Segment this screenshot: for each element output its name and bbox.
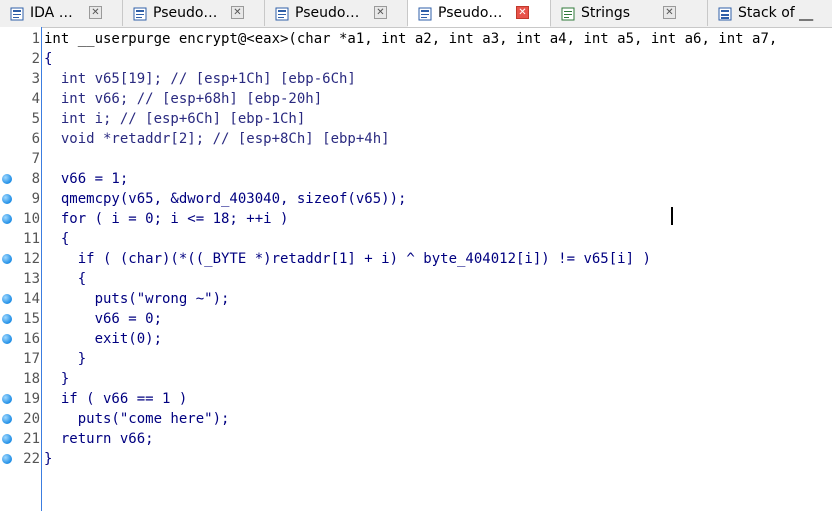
close-icon[interactable]: ✕ bbox=[663, 6, 676, 19]
code-text: puts("wrong ~"); bbox=[44, 291, 230, 307]
code-line[interactable]: 13 { bbox=[0, 269, 832, 289]
code-line[interactable]: 17 } bbox=[0, 349, 832, 369]
line-number: 21 bbox=[23, 431, 40, 447]
tab-stack[interactable]: Stack of __ bbox=[708, 0, 832, 26]
line-number: 2 bbox=[31, 51, 40, 67]
tab-label: IDA … bbox=[30, 5, 73, 21]
close-icon[interactable]: ✕ bbox=[374, 6, 387, 19]
code-text: int v65[19]; // [esp+1Ch] [ebp-6Ch] bbox=[44, 71, 356, 87]
code-line[interactable]: 8 v66 = 1; bbox=[0, 169, 832, 189]
code-text: void *retaddr[2]; // [esp+8Ch] [ebp+4h] bbox=[44, 131, 390, 147]
tab-pseudocode-2[interactable]: Pseudo… ✕ bbox=[265, 0, 408, 26]
close-icon[interactable]: ✕ bbox=[516, 6, 529, 19]
code-line[interactable]: 20 puts("come here"); bbox=[0, 409, 832, 429]
code-text: puts("come here"); bbox=[44, 411, 230, 427]
code-line[interactable]: 1 int __userpurge encrypt@<eax>(char *a1,… bbox=[0, 29, 832, 49]
line-number: 13 bbox=[23, 271, 40, 287]
code-line[interactable]: 9 qmemcpy(v65, &dword_403040, sizeof(v65… bbox=[0, 189, 832, 209]
close-icon[interactable]: ✕ bbox=[231, 6, 244, 19]
code-text: v66 = 1; bbox=[44, 171, 129, 187]
tab-label: Pseudo… bbox=[295, 5, 360, 21]
code-text: int i; // [esp+6Ch] [ebp-1Ch] bbox=[44, 111, 306, 127]
code-line[interactable]: 11 { bbox=[0, 229, 832, 249]
tab-label: Pseudo… bbox=[153, 5, 218, 21]
code-text: } bbox=[44, 371, 70, 387]
tab-strings[interactable]: Strings ✕ bbox=[551, 0, 708, 26]
line-number: 18 bbox=[23, 371, 40, 387]
strings-icon bbox=[561, 6, 575, 21]
code-text: exit(0); bbox=[44, 331, 163, 347]
code-line[interactable]: 4 int v66; // [esp+68h] [ebp-20h] bbox=[0, 89, 832, 109]
code-line[interactable]: 21 return v66; bbox=[0, 429, 832, 449]
close-icon[interactable]: ✕ bbox=[89, 6, 102, 19]
pseudocode-icon bbox=[418, 6, 432, 21]
line-number: 19 bbox=[23, 391, 40, 407]
code-line[interactable]: 3 int v65[19]; // [esp+1Ch] [ebp-6Ch] bbox=[0, 69, 832, 89]
line-number: 12 bbox=[23, 251, 40, 267]
code-text: v66 = 0; bbox=[44, 311, 163, 327]
line-number: 1 bbox=[31, 31, 40, 47]
line-number: 16 bbox=[23, 331, 40, 347]
line-number: 7 bbox=[31, 151, 40, 167]
code-text: if ( (char)(*((_BYTE *)retaddr[1] + i) ^… bbox=[44, 251, 651, 267]
tab-label: Pseudo… bbox=[438, 5, 503, 21]
code-line[interactable]: 16 exit(0); bbox=[0, 329, 832, 349]
text-cursor bbox=[671, 207, 673, 225]
tab-label: Strings bbox=[581, 5, 631, 21]
code-text: for ( i = 0; i <= 18; ++i ) bbox=[44, 211, 289, 227]
tab-label: Stack of __ bbox=[738, 5, 814, 21]
code-text: qmemcpy(v65, &dword_403040, sizeof(v65))… bbox=[44, 191, 407, 207]
code-line[interactable]: 6 void *retaddr[2]; // [esp+8Ch] [ebp+4h… bbox=[0, 129, 832, 149]
tab-bar: IDA … ✕ Pseudo… ✕ Pseudo… ✕ Pseudo… ✕ St… bbox=[0, 0, 832, 28]
line-number: 17 bbox=[23, 351, 40, 367]
line-number: 22 bbox=[23, 451, 40, 467]
code-text: if ( v66 == 1 ) bbox=[44, 391, 188, 407]
line-number: 3 bbox=[31, 71, 40, 87]
line-number: 8 bbox=[31, 171, 40, 187]
code-text: } bbox=[44, 351, 87, 367]
code-text: { bbox=[44, 271, 87, 287]
line-number: 14 bbox=[23, 291, 40, 307]
line-number: 6 bbox=[31, 131, 40, 147]
tab-ida-view[interactable]: IDA … ✕ bbox=[0, 0, 123, 26]
code-line[interactable]: 15 v66 = 0; bbox=[0, 309, 832, 329]
pseudocode-icon bbox=[133, 6, 147, 21]
line-number: 5 bbox=[31, 111, 40, 127]
code-text: { bbox=[44, 51, 53, 67]
code-line[interactable]: 22} bbox=[0, 449, 832, 469]
line-number: 4 bbox=[31, 91, 40, 107]
code-line[interactable]: 12 if ( (char)(*((_BYTE *)retaddr[1] + i… bbox=[0, 249, 832, 269]
code-text: int __userpurge encrypt@<eax>(char *a1, … bbox=[44, 31, 778, 47]
line-number: 10 bbox=[23, 211, 40, 227]
code-line[interactable]: 2{ bbox=[0, 49, 832, 69]
tab-pseudocode-3[interactable]: Pseudo… ✕ bbox=[408, 0, 551, 27]
code-text: int v66; // [esp+68h] [ebp-20h] bbox=[44, 91, 323, 107]
code-text: { bbox=[44, 231, 70, 247]
tab-pseudocode-1[interactable]: Pseudo… ✕ bbox=[123, 0, 265, 26]
code-text: return v66; bbox=[44, 431, 154, 447]
ida-view-icon bbox=[10, 6, 24, 21]
stack-icon bbox=[718, 6, 732, 21]
pseudocode-icon bbox=[275, 6, 289, 21]
code-line[interactable]: 5 int i; // [esp+6Ch] [ebp-1Ch] bbox=[0, 109, 832, 129]
code-text: } bbox=[44, 451, 53, 467]
code-line[interactable]: 18 } bbox=[0, 369, 832, 389]
code-line[interactable]: 7 bbox=[0, 149, 832, 169]
code-line[interactable]: 19 if ( v66 == 1 ) bbox=[0, 389, 832, 409]
line-number: 11 bbox=[23, 231, 40, 247]
line-number: 15 bbox=[23, 311, 40, 327]
line-number: 9 bbox=[31, 191, 40, 207]
line-number: 20 bbox=[23, 411, 40, 427]
code-line[interactable]: 10 for ( i = 0; i <= 18; ++i ) bbox=[0, 209, 832, 229]
code-line[interactable]: 14 puts("wrong ~"); bbox=[0, 289, 832, 309]
